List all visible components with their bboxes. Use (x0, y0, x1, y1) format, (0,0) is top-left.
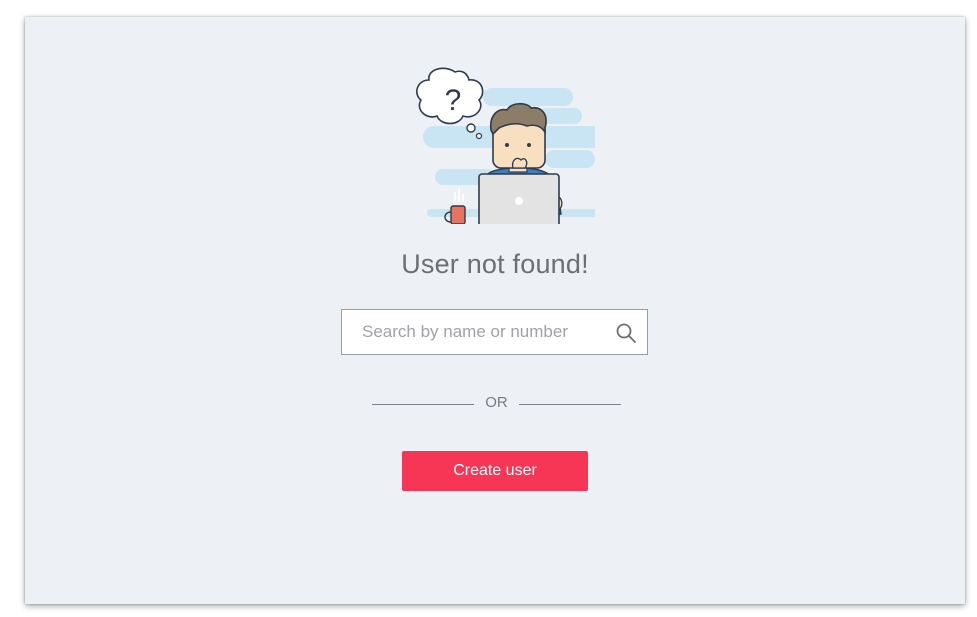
confused-user-illustration: ? (416, 67, 595, 224)
page-title: User not found! (401, 249, 589, 279)
search-icon[interactable] (615, 322, 637, 344)
empty-state-card: ? User not found! Search by name or numb… (25, 17, 965, 604)
search-input[interactable] (342, 310, 602, 354)
or-label: OR (485, 394, 508, 411)
laptop (478, 173, 560, 224)
coffee-mug (444, 188, 466, 224)
question-mark: ? (445, 84, 462, 117)
or-divider: OR (25, 392, 965, 416)
divider-line-left (372, 404, 474, 405)
divider-line-right (519, 404, 621, 405)
search-box[interactable] (341, 309, 648, 355)
create-user-button[interactable]: Create user (402, 451, 588, 491)
